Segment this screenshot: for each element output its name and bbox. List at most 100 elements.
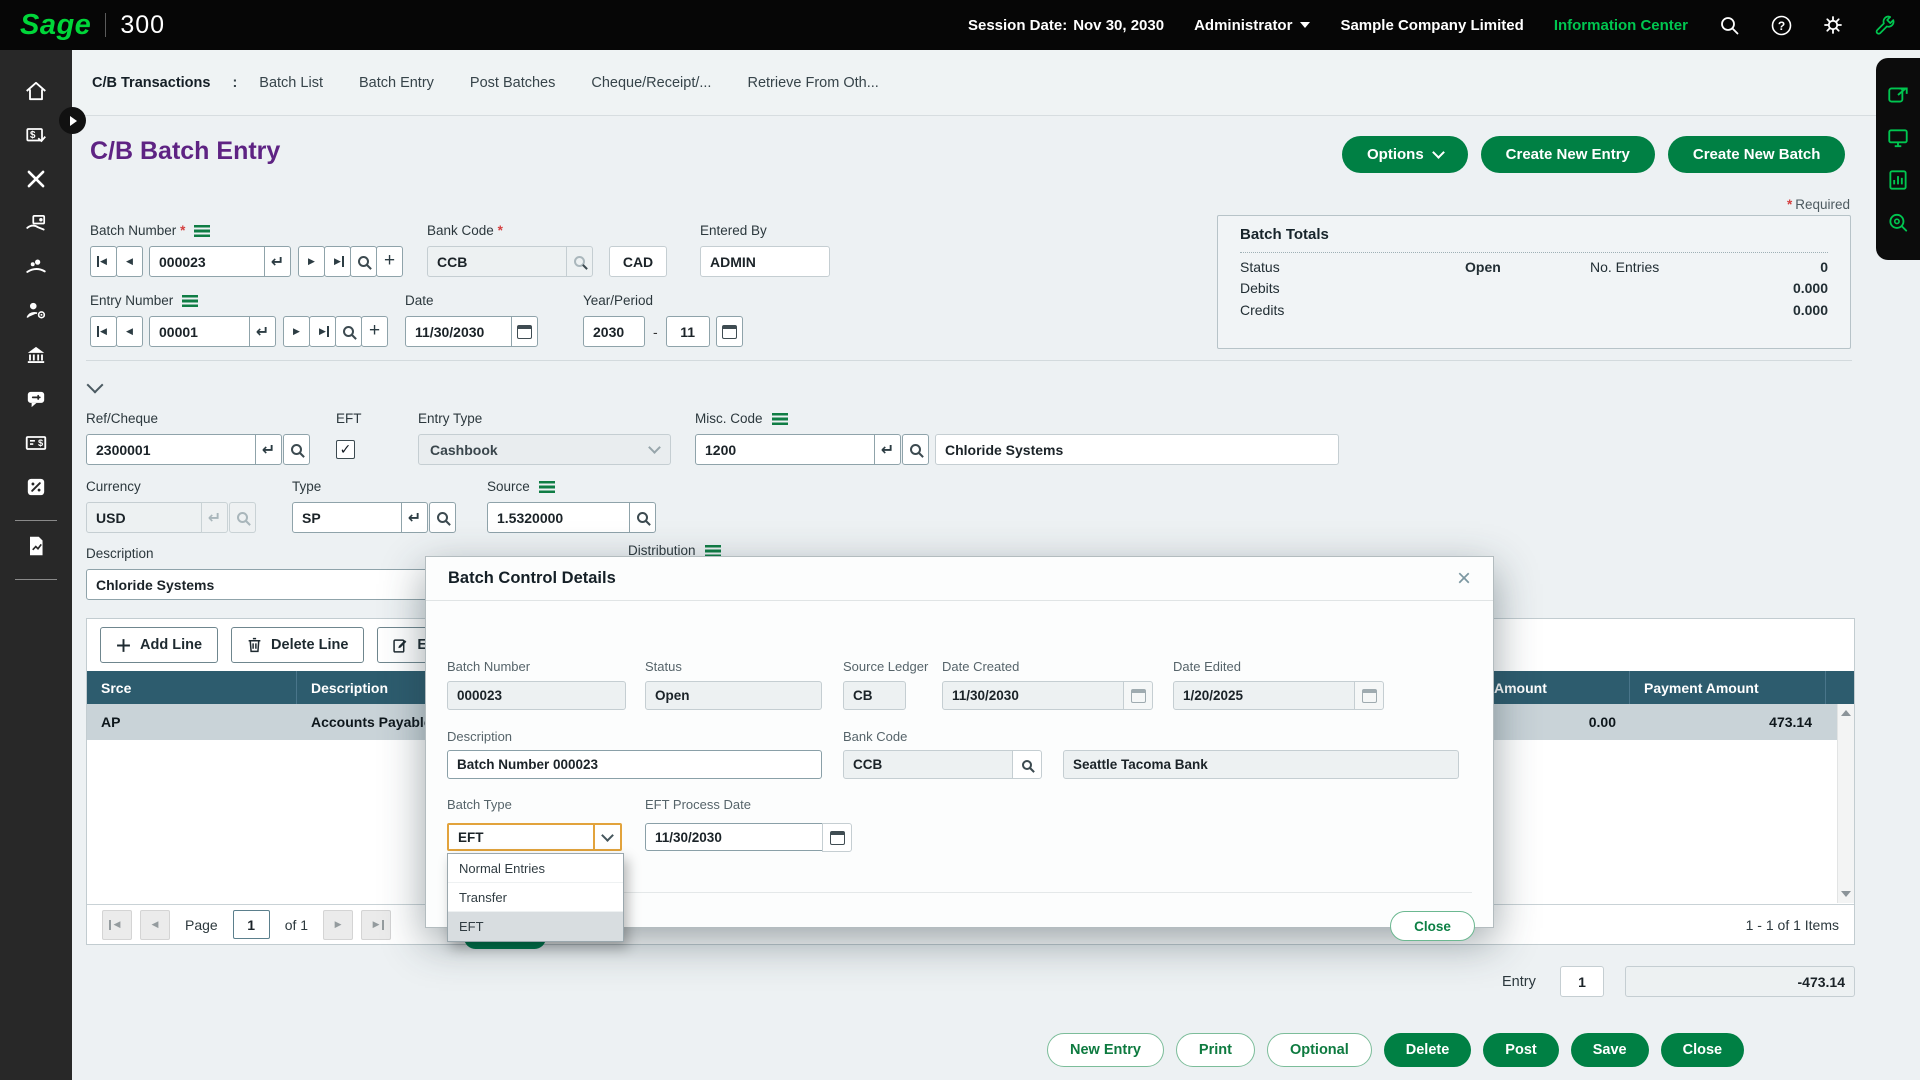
nav-prev-button[interactable]	[116, 246, 143, 277]
modal-description-input[interactable]	[447, 750, 822, 779]
finder-button[interactable]	[335, 316, 362, 347]
report-chart-icon[interactable]	[1886, 168, 1910, 192]
optional-button[interactable]: Optional	[1267, 1033, 1372, 1067]
batch-type-select[interactable]: EFT	[447, 823, 622, 851]
collapse-section-toggle[interactable]	[88, 378, 102, 392]
home-icon[interactable]	[21, 76, 51, 106]
new-batch-button[interactable]	[376, 246, 403, 277]
bank-icon[interactable]	[21, 340, 51, 370]
cell-payment-amount[interactable]: 473.14	[1630, 714, 1826, 730]
add-line-button[interactable]: Add Line	[100, 627, 218, 663]
information-center-link[interactable]: Information Center	[1554, 17, 1688, 34]
calendar-button[interactable]	[511, 316, 538, 347]
page-next-button[interactable]	[323, 910, 353, 940]
scroll-down-icon[interactable]	[1841, 891, 1851, 897]
open-window-icon[interactable]	[1886, 83, 1910, 107]
modal-eft-process-date-input[interactable]	[645, 823, 823, 851]
breadcrumb-item-cheque-receipt[interactable]: Cheque/Receipt/...	[591, 75, 711, 91]
go-button[interactable]	[249, 316, 276, 347]
column-header-payment-amount[interactable]: Payment Amount	[1630, 671, 1826, 704]
user-menu[interactable]: Administrator	[1194, 17, 1310, 34]
description-input[interactable]	[86, 569, 438, 600]
finder-list-icon[interactable]	[182, 295, 198, 307]
bank-code-input[interactable]	[427, 246, 567, 277]
nav-next-button[interactable]	[283, 316, 310, 347]
wrench-icon[interactable]	[1874, 14, 1896, 36]
save-button[interactable]: Save	[1571, 1033, 1649, 1067]
finder-list-icon[interactable]	[772, 413, 788, 425]
period-calendar-button[interactable]	[716, 316, 743, 347]
date-input[interactable]	[405, 316, 512, 347]
nav-first-button[interactable]	[90, 316, 117, 347]
scroll-up-icon[interactable]	[1841, 710, 1851, 716]
receive-hand-icon[interactable]	[21, 252, 51, 282]
grid-vertical-scrollbar[interactable]	[1837, 704, 1854, 903]
new-entry-small-button[interactable]	[361, 316, 388, 347]
delete-button[interactable]: Delete	[1384, 1033, 1472, 1067]
misc-finder-button[interactable]	[902, 434, 929, 465]
breadcrumb-item-post-batches[interactable]: Post Batches	[470, 75, 555, 91]
options-button[interactable]: Options	[1342, 136, 1468, 173]
user-settings-icon[interactable]	[21, 296, 51, 326]
go-button[interactable]	[264, 246, 291, 277]
go-button[interactable]	[874, 434, 901, 465]
modal-close-button[interactable]: Close	[1390, 911, 1475, 941]
reports-icon[interactable]	[21, 531, 51, 561]
page-number-input[interactable]	[233, 910, 270, 939]
column-header-srce[interactable]: Srce	[87, 671, 297, 704]
help-icon[interactable]: ?	[1770, 14, 1792, 36]
close-icon[interactable]: ×	[1457, 567, 1471, 591]
payment-hand-icon[interactable]	[21, 208, 51, 238]
close-button[interactable]: Close	[1661, 1033, 1745, 1067]
source-rate-input[interactable]	[487, 502, 630, 533]
delete-line-button[interactable]: Delete Line	[231, 627, 364, 663]
dropdown-option-transfer[interactable]: Transfer	[448, 883, 623, 912]
cell-amount[interactable]: 0.00	[1480, 714, 1630, 730]
batch-number-input[interactable]	[149, 246, 265, 277]
dropdown-option-normal-entries[interactable]: Normal Entries	[448, 854, 623, 883]
rail-expand-toggle[interactable]	[59, 107, 86, 134]
bank-finder-button[interactable]	[566, 246, 593, 277]
type-finder-button[interactable]	[429, 502, 456, 533]
nav-last-button[interactable]	[324, 246, 351, 277]
dropdown-option-eft[interactable]: EFT	[448, 912, 623, 941]
ref-finder-button[interactable]	[283, 434, 310, 465]
tools-x-icon[interactable]	[21, 164, 51, 194]
create-new-entry-button[interactable]: Create New Entry	[1481, 136, 1655, 173]
calendar-button[interactable]	[822, 823, 852, 852]
tax-percent-icon[interactable]	[21, 472, 51, 502]
breadcrumb-item-batch-entry[interactable]: Batch Entry	[359, 75, 434, 91]
ref-cheque-input[interactable]	[86, 434, 256, 465]
go-button[interactable]	[401, 502, 428, 533]
entry-number-input[interactable]	[149, 316, 250, 347]
print-button[interactable]: Print	[1176, 1033, 1255, 1067]
support-chat-icon[interactable]	[21, 384, 51, 414]
eft-checkbox[interactable]	[336, 440, 355, 459]
inquiry-icon[interactable]	[1886, 211, 1910, 235]
finder-list-icon[interactable]	[194, 225, 210, 237]
nav-next-button[interactable]	[298, 246, 325, 277]
page-prev-button[interactable]	[140, 910, 170, 940]
misc-code-input[interactable]	[695, 434, 875, 465]
breadcrumb-item-retrieve[interactable]: Retrieve From Oth...	[747, 75, 878, 91]
type-input[interactable]	[292, 502, 402, 533]
finder-list-icon[interactable]	[539, 481, 555, 493]
page-last-button[interactable]	[361, 910, 391, 940]
column-header-amount[interactable]: Amount	[1480, 671, 1630, 704]
bank-finder-button[interactable]	[1012, 750, 1042, 779]
open-screen-icon[interactable]	[1886, 126, 1910, 150]
year-input[interactable]	[583, 316, 645, 347]
finder-list-icon[interactable]	[705, 545, 721, 557]
breadcrumb-item-batch-list[interactable]: Batch List	[259, 75, 323, 91]
gear-icon[interactable]	[1822, 14, 1844, 36]
go-button[interactable]	[255, 434, 282, 465]
cell-srce[interactable]: AP	[87, 714, 297, 730]
create-new-batch-button[interactable]: Create New Batch	[1668, 136, 1846, 173]
search-icon[interactable]	[1718, 14, 1740, 36]
period-input[interactable]	[666, 316, 710, 347]
nav-last-button[interactable]	[309, 316, 336, 347]
finder-button[interactable]	[350, 246, 377, 277]
page-first-button[interactable]	[102, 910, 132, 940]
cheque-icon[interactable]: $	[21, 428, 51, 458]
source-finder-button[interactable]	[629, 502, 656, 533]
